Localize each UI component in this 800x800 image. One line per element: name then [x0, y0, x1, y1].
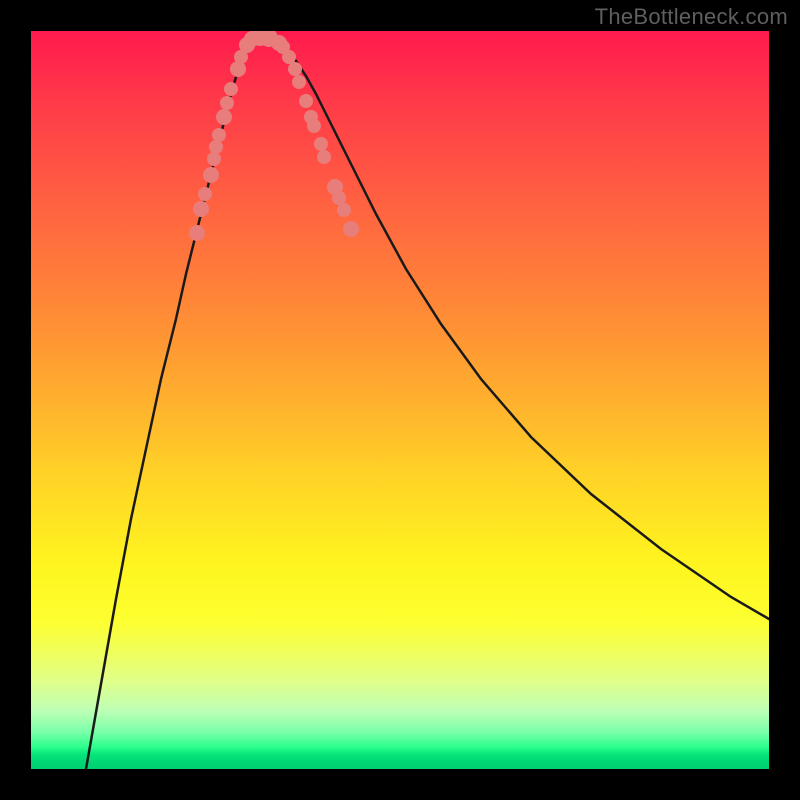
marker-point [220, 96, 234, 110]
marker-point [299, 94, 313, 108]
marker-point [189, 225, 205, 241]
marker-point [292, 75, 306, 89]
marker-point [314, 137, 328, 151]
plot-area [31, 31, 769, 769]
marker-point [207, 152, 221, 166]
marker-point [216, 109, 232, 125]
marker-point [203, 167, 219, 183]
marker-point [288, 62, 302, 76]
marker-point [212, 128, 226, 142]
marker-layer [189, 31, 359, 241]
marker-point [317, 150, 331, 164]
marker-point [307, 119, 321, 133]
marker-point [193, 201, 209, 217]
chart-frame: TheBottleneck.com [0, 0, 800, 800]
curve-right-branch [256, 36, 769, 619]
marker-point [332, 191, 346, 205]
marker-point [198, 187, 212, 201]
curve-left-branch [86, 36, 256, 769]
watermark-text: TheBottleneck.com [595, 4, 788, 30]
marker-point [282, 50, 296, 64]
marker-point [224, 82, 238, 96]
marker-point [343, 221, 359, 237]
chart-svg [31, 31, 769, 769]
marker-point [337, 203, 351, 217]
curve-layer [86, 36, 769, 769]
marker-point [209, 140, 223, 154]
